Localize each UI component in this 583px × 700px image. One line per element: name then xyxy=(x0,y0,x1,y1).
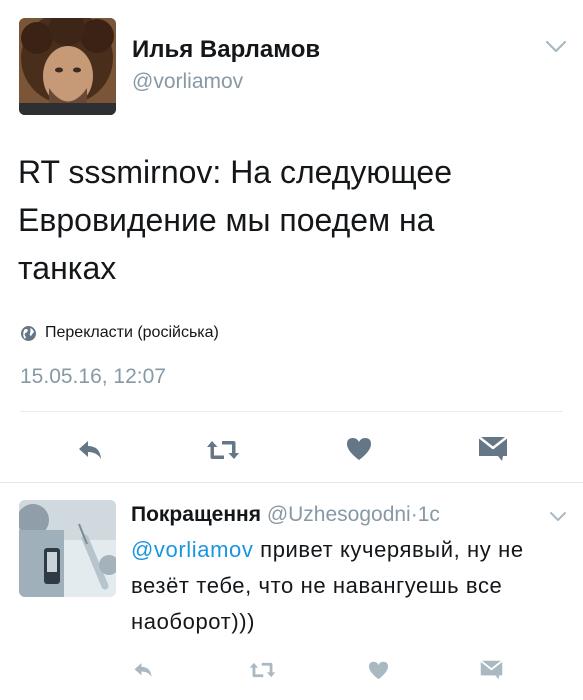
author-name[interactable]: Илья Варламов xyxy=(132,36,320,64)
retweet-button[interactable] xyxy=(245,658,279,682)
direct-message-icon xyxy=(479,660,503,680)
chevron-down-icon[interactable] xyxy=(545,40,567,54)
tweet-text: RT sssmirnov: На следующее Евровидение м… xyxy=(18,154,452,286)
reply-author-avatar[interactable] xyxy=(19,500,116,597)
retweet-icon xyxy=(207,441,239,459)
reply-header: Покращення @Uzhesogodni·1с xyxy=(131,503,440,527)
reply-button[interactable] xyxy=(70,435,110,465)
reply-text: @vorliamov привет кучерявый, ну не везёт… xyxy=(131,532,551,640)
reply-separator: · xyxy=(410,503,418,526)
reply-author-name[interactable]: Покращення xyxy=(131,503,261,526)
reply-time[interactable]: 1с xyxy=(418,503,440,526)
avatar-image xyxy=(19,500,116,597)
divider xyxy=(20,411,563,412)
retweet-button[interactable] xyxy=(201,435,245,465)
tweet-timestamp[interactable]: 15.05.16, 12:07 xyxy=(20,365,166,389)
reply-icon xyxy=(134,663,152,677)
reply-icon xyxy=(79,441,101,459)
author-avatar[interactable] xyxy=(19,18,116,115)
like-icon xyxy=(368,661,388,679)
chevron-down-icon[interactable] xyxy=(549,510,567,522)
direct-message-icon xyxy=(478,436,508,461)
direct-message-button[interactable] xyxy=(476,657,506,683)
avatar-image xyxy=(19,18,116,115)
like-icon xyxy=(347,438,371,460)
translate-label: Перекласти (російська) xyxy=(45,324,219,341)
reply-mention[interactable]: @vorliamov xyxy=(131,537,253,562)
section-divider xyxy=(0,482,583,483)
reply-author-handle[interactable]: @Uzhesogodni xyxy=(267,503,411,526)
retweet-icon xyxy=(249,662,275,678)
like-button[interactable] xyxy=(339,433,379,465)
reply-button[interactable] xyxy=(128,658,158,682)
like-button[interactable] xyxy=(363,657,393,683)
direct-message-button[interactable] xyxy=(473,433,513,465)
author-handle[interactable]: @vorliamov xyxy=(132,70,243,94)
translate-link[interactable]: Перекласти (російська) xyxy=(20,322,219,344)
globe-icon xyxy=(21,325,36,341)
